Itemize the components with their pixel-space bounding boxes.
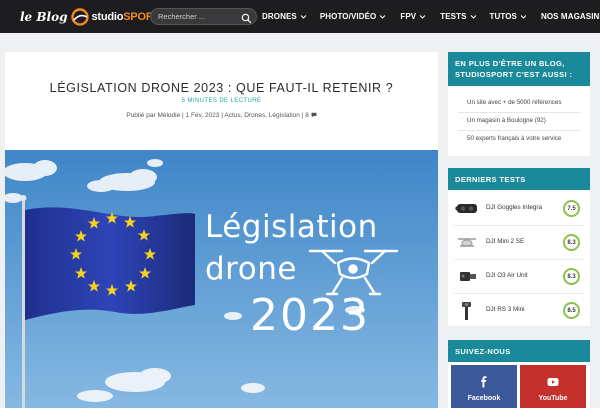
test-item[interactable]: DJI Mini 2 SE 8.3 bbox=[448, 226, 590, 259]
divider bbox=[458, 112, 580, 113]
youtube-icon bbox=[547, 376, 559, 388]
meta-date: 1 Fév, 2023 bbox=[185, 112, 220, 119]
test-item[interactable]: DJI O3 Air Unit 8.3 bbox=[448, 260, 590, 293]
article-title: LÉGISLATION DRONE 2023 : QUE FAUT-IL RET… bbox=[49, 81, 394, 95]
logo-swirl-icon bbox=[70, 7, 90, 27]
article-card: LÉGISLATION DRONE 2023 : QUE FAUT-IL RET… bbox=[5, 52, 438, 408]
test-score-badge: 7.5 bbox=[563, 200, 580, 217]
site-header: le Blog studioSPORT DRONES PHOTO/VIDÉO F… bbox=[0, 0, 600, 33]
nav-label: TESTS bbox=[440, 12, 467, 21]
test-item[interactable]: DJI RS 3 Mini 8.5 bbox=[448, 294, 590, 327]
nav-label: FPV bbox=[400, 12, 417, 21]
chevron-down-icon bbox=[520, 13, 527, 20]
nav-item-nos-magasins[interactable]: NOS MAGASINS bbox=[541, 12, 600, 21]
nav-label: PHOTO/VIDÉO bbox=[319, 12, 377, 21]
mini-drone-thumbnail-icon bbox=[455, 231, 479, 253]
search-input[interactable] bbox=[158, 10, 240, 23]
search-icon[interactable] bbox=[241, 11, 252, 24]
site-logo[interactable]: le Blog studioSPORT bbox=[20, 5, 160, 29]
latest-tests-title: DERNIERS TESTS bbox=[448, 168, 590, 190]
promo-item[interactable]: 50 experts français à votre service bbox=[467, 135, 561, 142]
meta-categories-link[interactable]: Actus, Drones, Législation bbox=[224, 112, 300, 119]
meta-published-by: Publié par bbox=[126, 112, 156, 119]
test-name: DJI Goggles Integra bbox=[486, 204, 543, 211]
test-score-badge: 8.5 bbox=[563, 302, 580, 319]
youtube-label: YouTube bbox=[538, 395, 568, 402]
facebook-label: Facebook bbox=[467, 395, 501, 402]
follow-title: SUIVEZ-NOUS bbox=[448, 340, 590, 362]
reading-time: 5 MINUTES DE LECTURE bbox=[181, 98, 262, 104]
test-name: DJI Mini 2 SE bbox=[486, 238, 525, 245]
search-box bbox=[150, 8, 257, 25]
logo-brand-a: studio bbox=[91, 11, 124, 23]
test-name: DJI RS 3 Mini bbox=[486, 306, 525, 313]
hero-text-line2: drone bbox=[205, 251, 297, 287]
nav-label: DRONES bbox=[262, 12, 297, 21]
facebook-icon bbox=[478, 376, 490, 388]
test-name: DJI O3 Air Unit bbox=[486, 272, 528, 279]
hero-image: Législation drone 2023 bbox=[5, 150, 438, 408]
facebook-button[interactable]: Facebook bbox=[451, 365, 517, 408]
hero-text-line1: Législation bbox=[205, 209, 378, 245]
nav-label: TUTOS bbox=[489, 12, 517, 21]
nav-item-tests[interactable]: TESTS bbox=[440, 12, 476, 21]
chevron-down-icon bbox=[419, 13, 426, 20]
nav-item-tutos[interactable]: TUTOS bbox=[490, 12, 527, 21]
divider bbox=[458, 130, 580, 131]
meta-sep: | bbox=[182, 112, 184, 119]
nav-label: NOS MAGASINS bbox=[540, 12, 600, 21]
goggles-thumbnail-icon bbox=[455, 197, 479, 219]
chevron-down-icon bbox=[470, 13, 477, 20]
nav-item-fpv[interactable]: FPV bbox=[400, 12, 426, 21]
test-score-badge: 8.3 bbox=[563, 268, 580, 285]
meta-sep: | bbox=[221, 112, 223, 119]
nav-item-photo-video[interactable]: PHOTO/VIDÉO bbox=[320, 12, 387, 21]
air-unit-thumbnail-icon bbox=[455, 265, 479, 287]
promo-item[interactable]: Un site avec + de 5000 références bbox=[467, 99, 561, 106]
hero-text-line3: 2023 bbox=[250, 290, 370, 341]
promo-item[interactable]: Un magasin à Boulogne (92) bbox=[467, 117, 546, 124]
chevron-down-icon bbox=[379, 13, 386, 20]
youtube-button[interactable]: YouTube bbox=[520, 365, 586, 408]
article-meta: Publié par Mélodie | 1 Fév, 2023 | Actus… bbox=[5, 112, 438, 119]
promo-title: EN PLUS D'ÊTRE UN BLOG, STUDIOSPORT C'ES… bbox=[448, 52, 590, 86]
promo-card: EN PLUS D'ÊTRE UN BLOG, STUDIOSPORT C'ES… bbox=[448, 52, 590, 156]
comment-icon bbox=[311, 112, 317, 118]
main-nav: DRONES PHOTO/VIDÉO FPV TESTS TUTOS NOS M… bbox=[262, 0, 600, 33]
meta-comments-count[interactable]: 8 bbox=[305, 112, 309, 119]
nav-item-drones[interactable]: DRONES bbox=[262, 12, 307, 21]
test-item[interactable]: DJI Goggles Integra 7.5 bbox=[448, 192, 590, 225]
logo-blog-text: le Blog bbox=[20, 10, 68, 24]
meta-author-link[interactable]: Mélodie bbox=[157, 112, 180, 119]
meta-sep: | bbox=[301, 112, 304, 119]
test-score-badge: 8.3 bbox=[563, 234, 580, 251]
gimbal-thumbnail-icon bbox=[455, 299, 479, 321]
follow-card: SUIVEZ-NOUS Facebook YouTube bbox=[448, 340, 590, 408]
chevron-down-icon bbox=[300, 13, 307, 20]
latest-tests-card: DERNIERS TESTS DJI Goggles Integra 7.5 D… bbox=[448, 168, 590, 326]
